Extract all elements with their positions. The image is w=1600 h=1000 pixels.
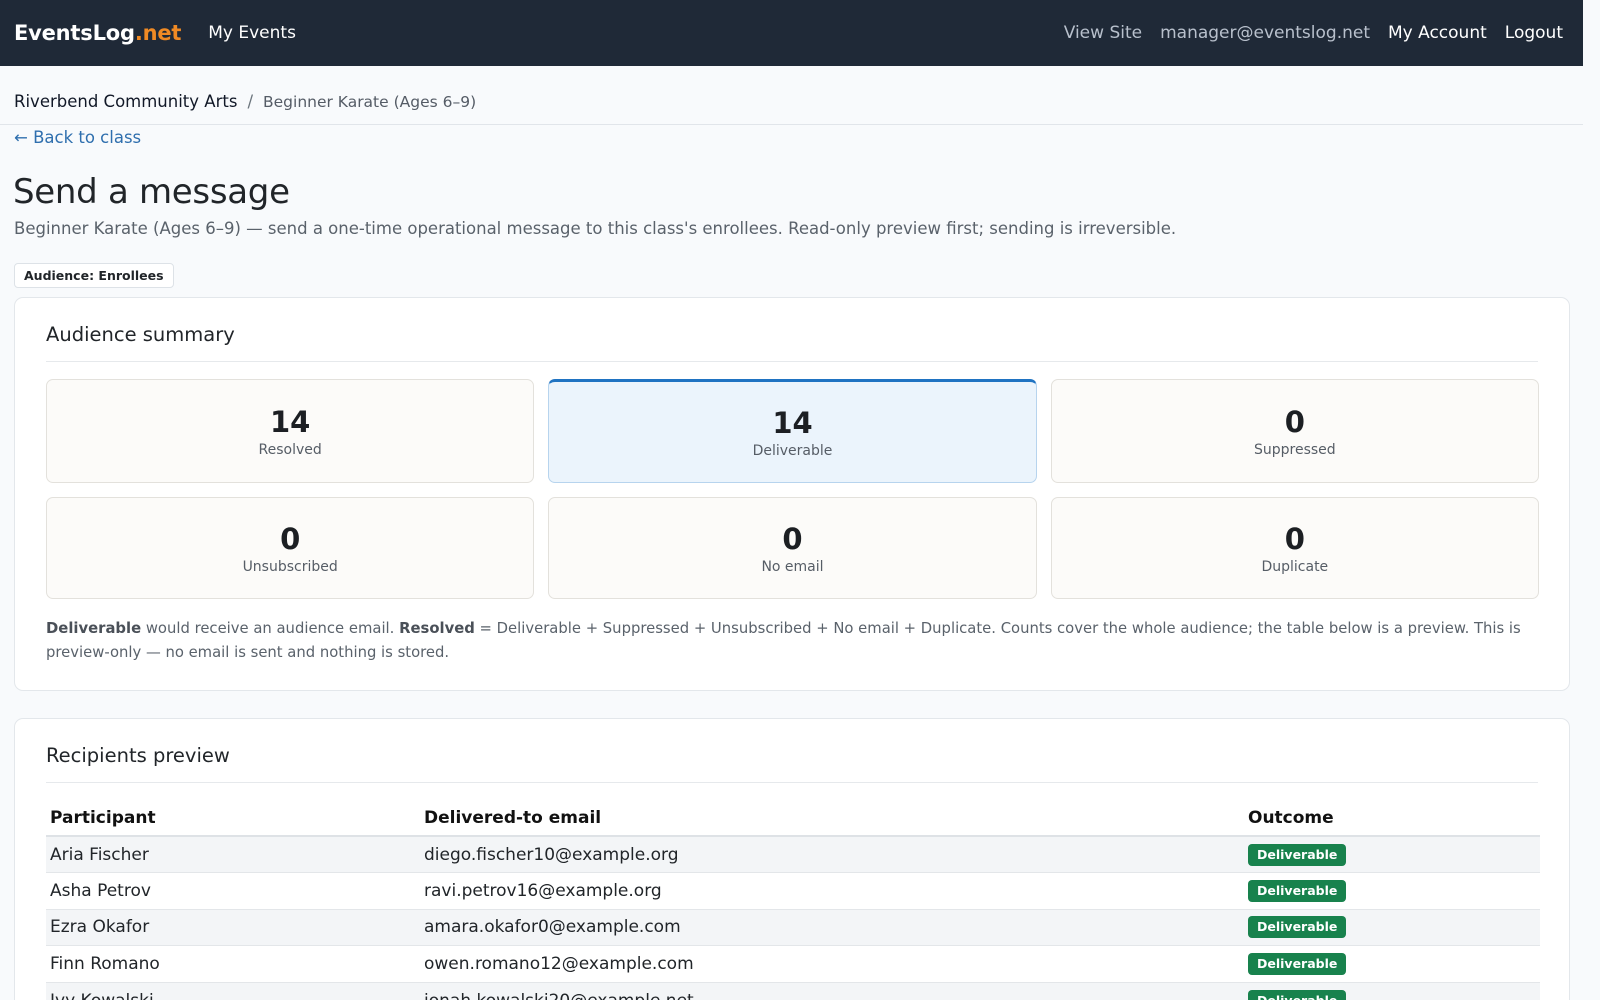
stat-unsubscribed: 0 Unsubscribed [46, 497, 535, 599]
outcome-badge: Deliverable [1248, 953, 1347, 976]
scrollbar-gutter [1583, 0, 1600, 1000]
stat-label: Unsubscribed [242, 559, 338, 575]
participant-cell: Ivy Kowalski [46, 982, 420, 1000]
summary-note: Deliverable would receive an audience em… [46, 617, 1540, 664]
table-row: Ivy Kowalski jonah.kowalski20@example.ne… [46, 982, 1540, 1000]
column-header-participant: Participant [46, 800, 420, 837]
breadcrumb-divider [0, 124, 1583, 125]
stat-duplicate: 0 Duplicate [1050, 497, 1539, 599]
recipients-preview-heading: Recipients preview [46, 744, 230, 767]
outcome-cell: Deliverable [1244, 836, 1540, 874]
stat-label: Suppressed [1253, 442, 1336, 458]
outcome-cell: Deliverable [1244, 909, 1540, 947]
breadcrumb-org[interactable]: Riverbend Community Arts [14, 92, 237, 111]
breadcrumb-separator: / [247, 92, 253, 111]
breadcrumb: Riverbend Community Arts / Beginner Kara… [14, 92, 476, 111]
table-row: Asha Petrov ravi.petrov16@example.org De… [46, 872, 1540, 910]
outcome-badge: Deliverable [1248, 989, 1347, 1000]
participant-cell: Asha Petrov [46, 872, 420, 910]
column-header-outcome: Outcome [1244, 800, 1540, 837]
email-cell: ravi.petrov16@example.org [420, 872, 1244, 910]
table-header-row: Participant Delivered-to email Outcome [46, 800, 1540, 837]
recipients-preview-card: Recipients preview Participant Delivered… [14, 718, 1570, 1000]
stat-label: No email [761, 559, 824, 575]
column-header-email: Delivered-to email [420, 800, 1244, 837]
nav-my-account[interactable]: My Account [1388, 23, 1487, 43]
participant-cell: Aria Fischer [46, 836, 420, 874]
outcome-badge: Deliverable [1248, 916, 1347, 939]
nav-logout[interactable]: Logout [1505, 23, 1563, 43]
stat-deliverable: 14 Deliverable [548, 379, 1037, 483]
email-cell: owen.romano12@example.com [420, 945, 1244, 983]
outcome-badge: Deliverable [1248, 879, 1347, 902]
nav-right-group: View Site manager@eventslog.net My Accou… [1064, 0, 1563, 66]
email-cell: diego.fischer10@example.org [420, 836, 1244, 874]
back-to-class-link[interactable]: ← Back to class [14, 128, 141, 147]
outcome-cell: Deliverable [1244, 982, 1540, 1000]
outcome-cell: Deliverable [1244, 945, 1540, 983]
stat-label: Deliverable [752, 443, 833, 459]
page-title: Send a message [13, 172, 290, 212]
audience-summary-heading: Audience summary [46, 323, 235, 346]
outcome-badge: Deliverable [1248, 843, 1347, 866]
stat-no-email: 0 No email [548, 497, 1037, 599]
note-resolved-term: Resolved [399, 620, 475, 637]
stats-grid: 14 Resolved 14 Deliverable 0 Suppressed … [46, 379, 1539, 599]
stat-value: 14 [269, 405, 311, 439]
stat-label: Resolved [258, 442, 322, 458]
page-subtitle: Beginner Karate (Ages 6–9) — send a one-… [14, 219, 1177, 238]
stat-value: 0 [1284, 522, 1305, 556]
audience-summary-card: Audience summary 14 Resolved 14 Delivera… [14, 297, 1570, 691]
brand-logo[interactable]: EventsLog.net [14, 21, 181, 45]
top-navbar: EventsLog.net My Events View Site manage… [0, 0, 1583, 66]
table-row: Ezra Okafor amara.okafor0@example.com De… [46, 909, 1540, 947]
stat-value: 14 [772, 406, 813, 440]
note-deliverable-term: Deliverable [46, 620, 142, 637]
note-deliverable-text: would receive an audience email. [141, 620, 400, 637]
table-row: Aria Fischer diego.fischer10@example.org… [46, 836, 1540, 874]
stat-resolved: 14 Resolved [46, 379, 535, 483]
table-row: Finn Romano owen.romano12@example.com De… [46, 945, 1540, 983]
card-divider [46, 782, 1538, 783]
audience-badge: Audience: Enrollees [14, 263, 174, 288]
stat-suppressed: 0 Suppressed [1050, 379, 1539, 483]
stat-value: 0 [782, 522, 803, 556]
participant-cell: Ezra Okafor [46, 909, 420, 947]
nav-user-email: manager@eventslog.net [1160, 23, 1370, 43]
stat-value: 0 [280, 522, 301, 556]
email-cell: amara.okafor0@example.com [420, 909, 1244, 947]
stat-label: Duplicate [1261, 559, 1329, 575]
brand-accent: .net [134, 21, 182, 45]
outcome-cell: Deliverable [1244, 872, 1540, 910]
breadcrumb-current: Beginner Karate (Ages 6–9) [263, 92, 477, 111]
card-divider [46, 361, 1538, 362]
email-cell: jonah.kowalski20@example.net [420, 982, 1244, 1000]
participant-cell: Finn Romano [46, 945, 420, 983]
recipients-table: Participant Delivered-to email Outcome A… [46, 800, 1540, 1000]
stat-value: 0 [1284, 405, 1305, 439]
nav-my-events[interactable]: My Events [208, 23, 296, 43]
nav-view-site[interactable]: View Site [1064, 23, 1142, 43]
brand-main: EventsLog [14, 21, 135, 45]
